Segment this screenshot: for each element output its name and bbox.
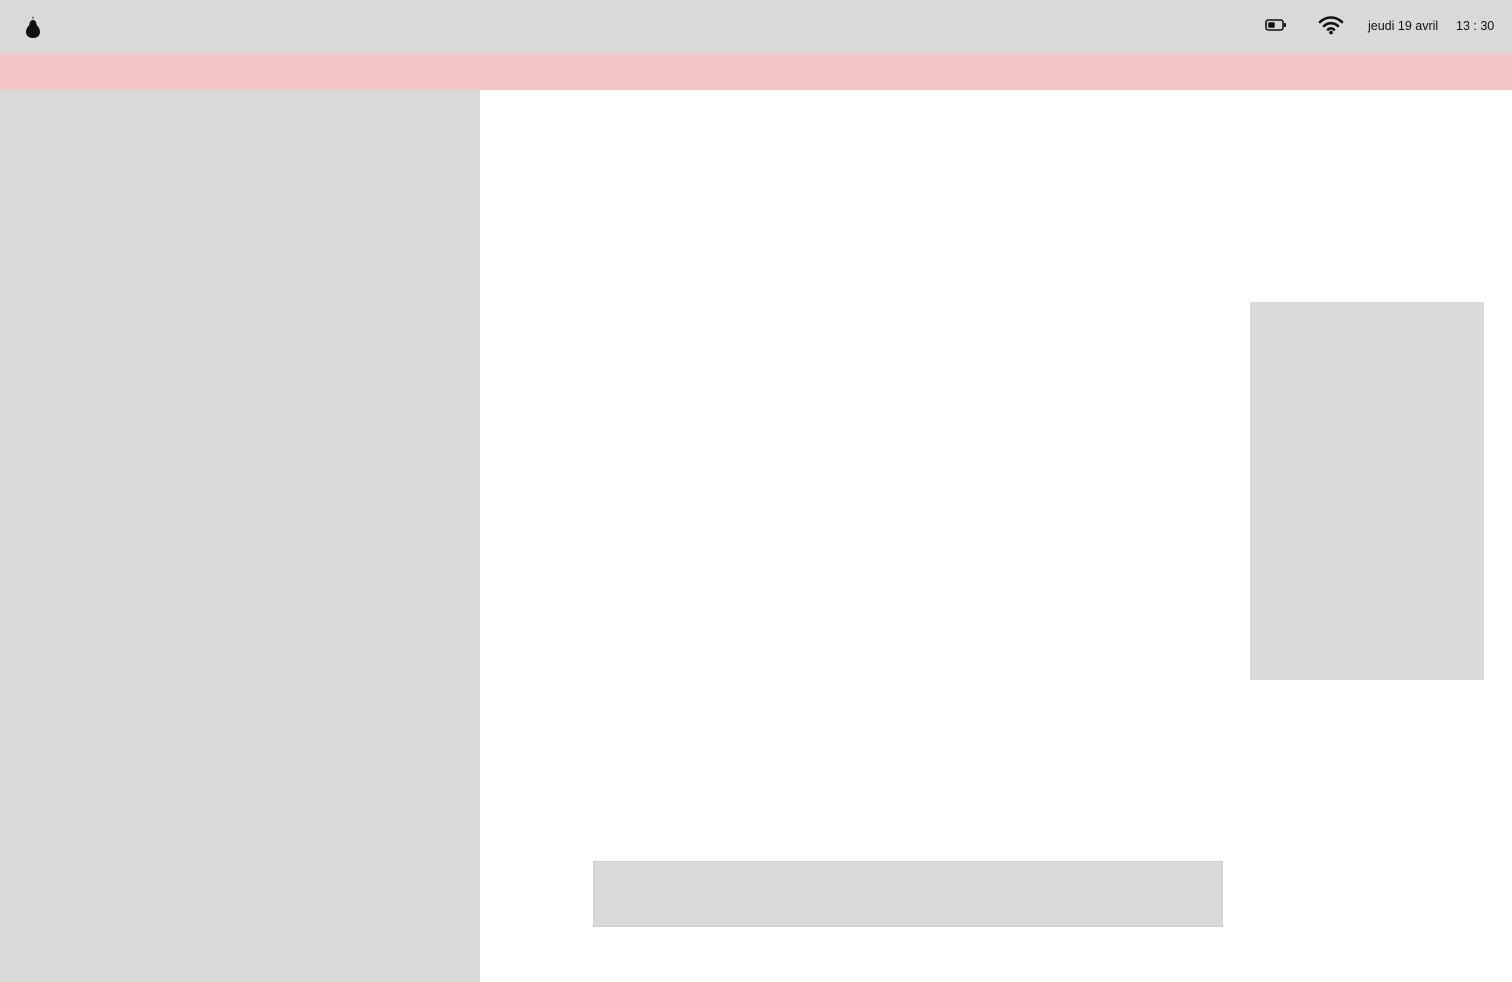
wifi-icon[interactable] bbox=[1318, 15, 1344, 35]
top-banner bbox=[0, 53, 1512, 90]
pear-logo-icon[interactable] bbox=[24, 15, 42, 39]
battery-icon[interactable] bbox=[1265, 18, 1287, 32]
menubar-date[interactable]: jeudi 19 avril bbox=[1368, 19, 1438, 33]
menubar-time[interactable]: 13 : 30 bbox=[1456, 19, 1494, 33]
menu-bar: jeudi 19 avril 13 : 30 bbox=[0, 0, 1512, 53]
sidebar-panel bbox=[0, 90, 480, 982]
bottom-placeholder-bar bbox=[593, 861, 1223, 927]
right-placeholder-panel bbox=[1250, 302, 1484, 680]
